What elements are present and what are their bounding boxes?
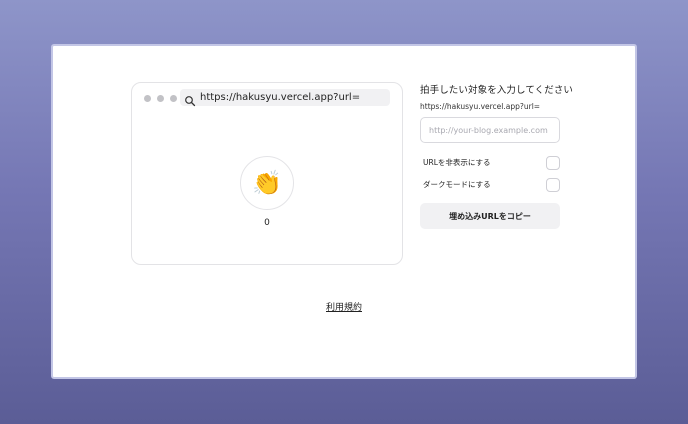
main-card: https://hakusyu.vercel.app?url= 👏 0 拍手した… <box>51 44 637 379</box>
dark-mode-label: ダークモードにする <box>423 180 491 189</box>
clap-count: 0 <box>264 218 270 228</box>
dark-mode-checkbox[interactable] <box>546 177 560 192</box>
window-controls <box>144 95 177 102</box>
window-dot-close <box>144 95 151 102</box>
search-icon <box>184 92 196 106</box>
hide-url-option: URLを非表示にする <box>420 155 560 170</box>
settings-form: 拍手したい対象を入力してください https://hakusyu.vercel.… <box>420 82 574 229</box>
window-dot-minimize <box>157 95 164 102</box>
clap-button[interactable]: 👏 <box>240 156 294 210</box>
hide-url-label: URLを非表示にする <box>423 158 491 167</box>
copy-embed-url-button[interactable]: 埋め込みURLをコピー <box>420 203 560 229</box>
form-title: 拍手したい対象を入力してください <box>420 85 574 96</box>
footer: 利用規約 <box>53 300 635 313</box>
hide-url-checkbox[interactable] <box>546 155 560 170</box>
preview-address-text: https://hakusyu.vercel.app?url= <box>200 92 361 103</box>
url-prefix-label: https://hakusyu.vercel.app?url= <box>420 102 541 111</box>
dark-mode-option: ダークモードにする <box>420 177 560 192</box>
window-dot-maximize <box>170 95 177 102</box>
preview-address-bar: https://hakusyu.vercel.app?url= <box>180 89 390 106</box>
embed-preview: https://hakusyu.vercel.app?url= 👏 0 <box>131 82 403 265</box>
terms-of-service-link[interactable]: 利用規約 <box>326 303 362 313</box>
clapping-hands-icon: 👏 <box>252 169 282 197</box>
target-url-input[interactable] <box>420 117 560 143</box>
